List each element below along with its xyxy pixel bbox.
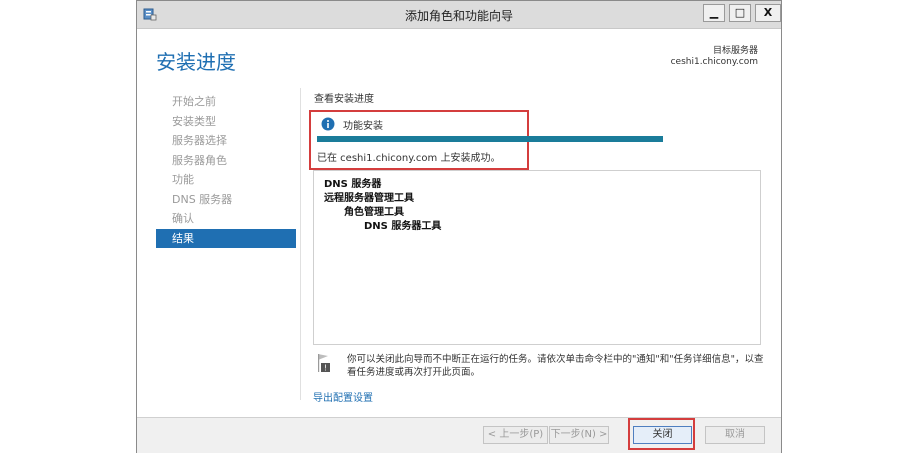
next-button[interactable]: 下一步(N) > <box>549 426 609 444</box>
export-config-link[interactable]: 导出配置设置 <box>313 389 373 404</box>
target-server: 目标服务器 ceshi1.chicony.com <box>671 46 758 68</box>
result-item: 角色管理工具 <box>344 207 404 218</box>
window-title: 添加角色和功能向导 <box>404 9 513 23</box>
flag-notice-icon: ! <box>318 354 330 373</box>
step-results[interactable]: 结果 <box>156 228 296 248</box>
page-title: 安装进度 <box>156 50 236 74</box>
previous-button[interactable]: < 上一步(P) <box>483 426 548 444</box>
step-confirmation[interactable]: 确认 <box>156 209 296 229</box>
target-server-label: 目标服务器 <box>712 46 758 56</box>
step-features[interactable]: 功能 <box>156 170 296 190</box>
step-before-you-begin[interactable]: 开始之前 <box>156 92 296 112</box>
target-server-name: ceshi1.chicony.com <box>670 57 758 67</box>
svg-text:!: ! <box>324 364 327 373</box>
step-server-roles[interactable]: 服务器角色 <box>156 151 296 171</box>
step-server-selection[interactable]: 服务器选择 <box>156 131 296 151</box>
result-item: DNS 服务器工具 <box>364 221 442 232</box>
close-button[interactable]: 关闭 <box>633 426 692 444</box>
feature-install-label: 功能安装 <box>343 121 383 132</box>
steps-nav: 开始之前 安装类型 服务器选择 服务器角色 功能 DNS 服务器 确认 结果 <box>156 92 296 248</box>
close-window-button[interactable]: X <box>755 4 781 22</box>
cancel-button[interactable]: 取消 <box>705 426 765 444</box>
info-icon <box>321 117 335 131</box>
result-item: DNS 服务器 <box>324 179 382 190</box>
step-installation-type[interactable]: 安装类型 <box>156 112 296 132</box>
divider <box>300 88 301 400</box>
notice-text: 你可以关闭此向导而不中断正在运行的任务。请依次单击命令栏中的"通知"和"任务详细… <box>347 354 764 378</box>
install-progress-bar <box>317 136 663 142</box>
minimize-button[interactable]: ▁ <box>703 4 725 22</box>
maximize-button[interactable]: □ <box>729 4 751 22</box>
results-list: DNS 服务器 远程服务器管理工具 角色管理工具 DNS 服务器工具 <box>313 170 761 345</box>
step-dns-server[interactable]: DNS 服务器 <box>156 190 296 210</box>
install-success-text: 已在 ceshi1.chicony.com 上安装成功。 <box>317 153 501 164</box>
section-label: 查看安装进度 <box>314 94 374 105</box>
title-bar: 添加角色和功能向导 ▁ □ X <box>137 1 781 29</box>
result-item: 远程服务器管理工具 <box>324 193 414 204</box>
